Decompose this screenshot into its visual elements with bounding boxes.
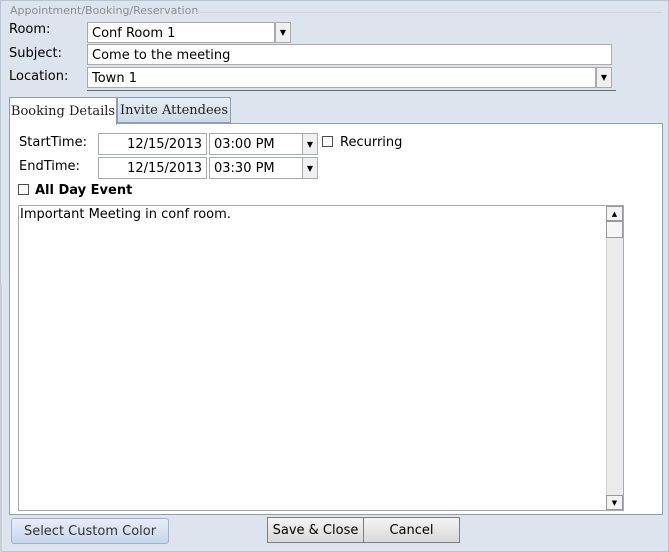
scroll-down-button[interactable]: ▼ <box>606 495 623 510</box>
window-edge <box>0 285 2 552</box>
window-title: Appointment/Booking/Reservation <box>10 4 199 17</box>
recurring-label: Recurring <box>340 135 403 150</box>
all-day-label: All Day Event <box>35 183 133 198</box>
select-custom-color-button[interactable]: Select Custom Color <box>11 518 169 544</box>
subject-value: Come to the meeting <box>92 48 231 63</box>
location-value: Town 1 <box>92 71 137 86</box>
chevron-down-icon: ▼ <box>306 163 314 173</box>
button-label: Select Custom Color <box>23 523 157 539</box>
save-close-button[interactable]: Save & Close <box>267 517 364 543</box>
end-time-label: EndTime: <box>19 159 80 174</box>
end-time-dropdown-button[interactable]: ▼ <box>302 157 318 179</box>
notes-scrollbar[interactable] <box>606 206 623 510</box>
arrow-down-icon: ▼ <box>611 498 618 507</box>
room-select[interactable]: Conf Room 1 <box>87 22 275 43</box>
tab-invite-attendees[interactable]: Invite Attendees <box>117 97 231 123</box>
arrow-up-icon: ▲ <box>611 209 618 218</box>
location-label: Location: <box>9 69 69 84</box>
end-time-select[interactable]: 03:30 PM <box>209 157 303 179</box>
room-value: Conf Room 1 <box>92 26 176 41</box>
end-time-value: 03:30 PM <box>214 161 275 176</box>
tab-label: Invite Attendees <box>119 102 229 118</box>
button-label: Cancel <box>389 522 434 538</box>
scroll-up-button[interactable]: ▲ <box>606 206 623 221</box>
location-select[interactable]: Town 1 <box>87 67 596 88</box>
scroll-thumb[interactable] <box>606 221 623 238</box>
chevron-down-icon: ▼ <box>600 73 608 82</box>
cancel-button[interactable]: Cancel <box>363 517 460 543</box>
location-dropdown-button[interactable]: ▼ <box>596 67 612 88</box>
room-dropdown-button[interactable]: ▼ <box>275 22 291 43</box>
tab-label: Booking Details <box>10 104 116 119</box>
end-date-input[interactable]: 12/15/2013 <box>98 157 207 179</box>
location-underline <box>87 90 616 91</box>
start-time-select[interactable]: 03:00 PM <box>209 133 303 155</box>
notes-textarea[interactable] <box>18 205 624 511</box>
start-time-dropdown-button[interactable]: ▼ <box>302 133 318 155</box>
subject-label: Subject: <box>9 46 62 61</box>
start-date-value: 12/15/2013 <box>127 137 202 152</box>
button-label: Save & Close <box>272 522 359 538</box>
title-divider <box>196 12 662 13</box>
chevron-down-icon: ▼ <box>306 139 314 149</box>
tab-booking-details[interactable]: Booking Details <box>9 97 117 125</box>
end-date-value: 12/15/2013 <box>127 161 202 176</box>
start-time-label: StartTime: <box>19 135 87 150</box>
subject-input[interactable]: Come to the meeting <box>87 44 612 65</box>
all-day-checkbox[interactable] <box>18 184 29 195</box>
room-label: Room: <box>9 22 51 37</box>
chevron-down-icon: ▼ <box>279 28 287 37</box>
recurring-checkbox[interactable] <box>322 136 333 147</box>
notes-text: Important Meeting in conf room. <box>20 207 231 222</box>
start-time-value: 03:00 PM <box>214 137 275 152</box>
start-date-input[interactable]: 12/15/2013 <box>98 133 207 155</box>
